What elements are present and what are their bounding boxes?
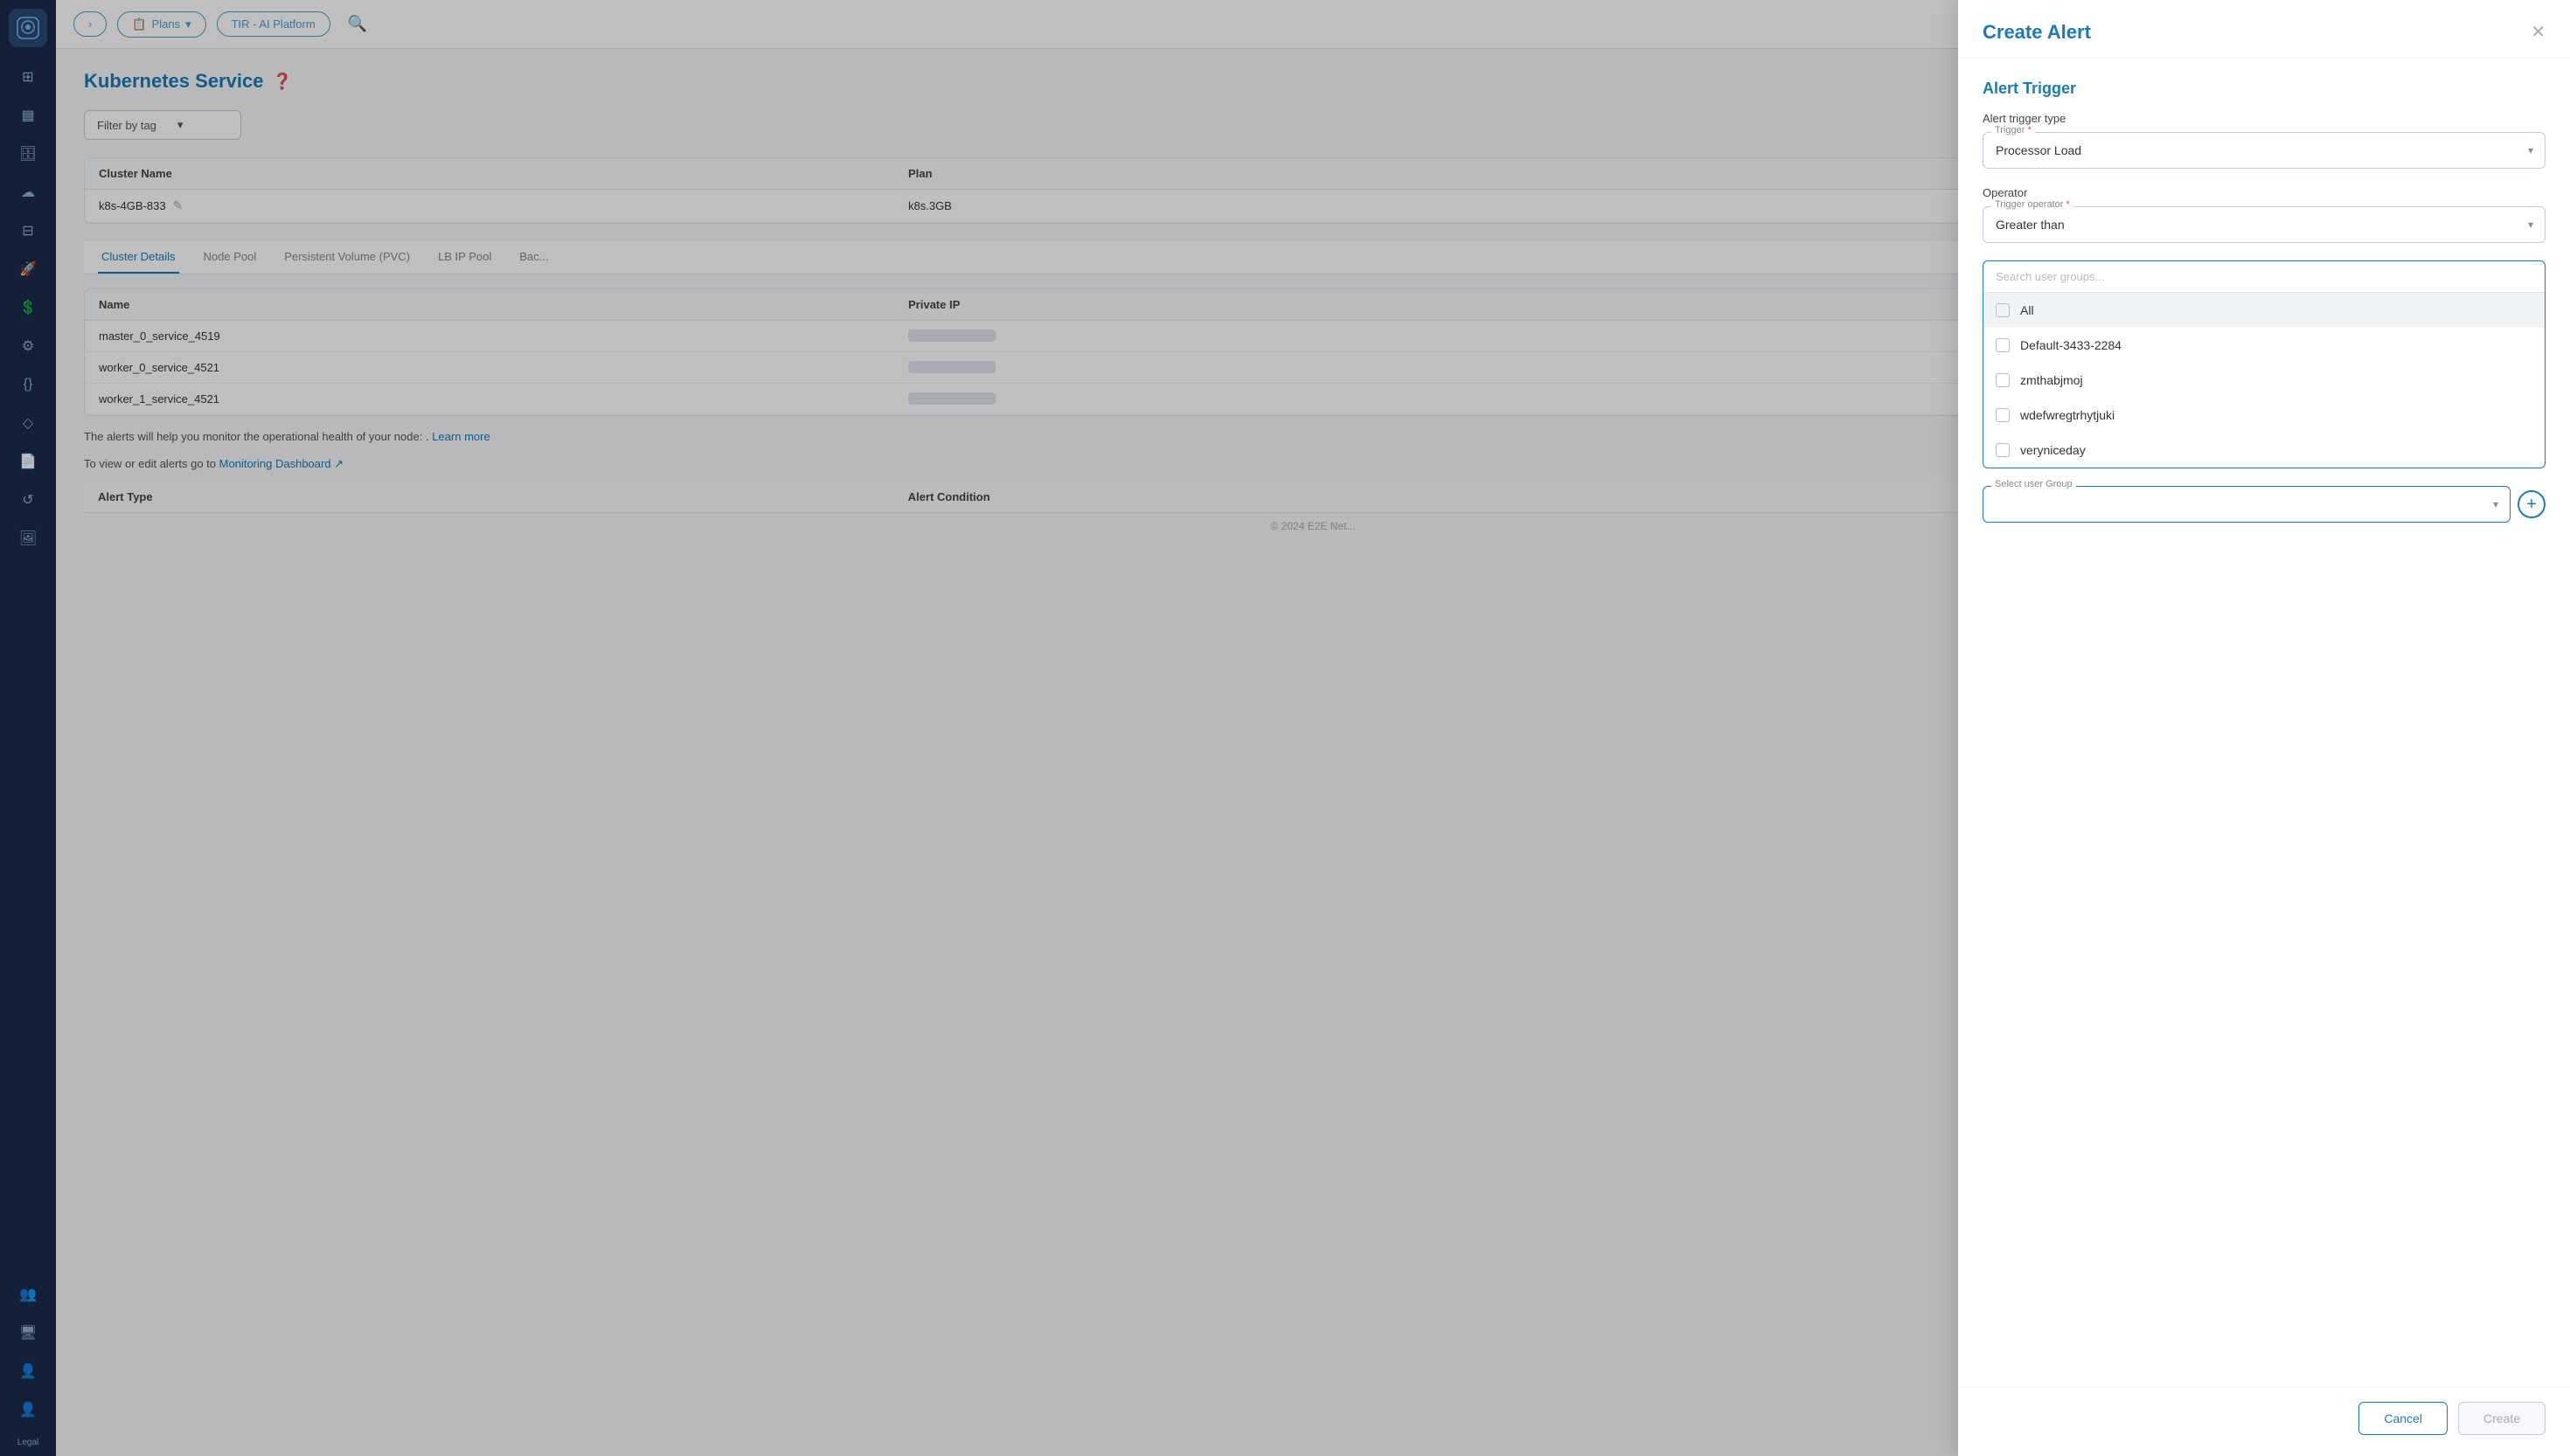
- user-groups-dropdown: All Default-3433-2284 zmthabjmoj wdefwre…: [1983, 260, 2546, 468]
- trigger-operator-wrapper: Trigger operator * Greater than ▾: [1983, 206, 2546, 243]
- search-user-groups-input[interactable]: [1983, 261, 2545, 293]
- operator-label: Operator: [1983, 186, 2546, 199]
- trigger-operator-field-label: Trigger operator *: [1991, 199, 2073, 210]
- cancel-button[interactable]: Cancel: [2358, 1402, 2448, 1435]
- checkbox-wdefwregtrhytjuki[interactable]: [1996, 408, 2010, 422]
- option-wdefwregtrhytjuki-label: wdefwregtrhytjuki: [2020, 408, 2115, 422]
- close-button[interactable]: ✕: [2531, 24, 2546, 41]
- alert-trigger-type-label: Alert trigger type: [1983, 112, 2546, 125]
- create-alert-dialog: Create Alert ✕ Alert Trigger Alert trigg…: [1958, 0, 2570, 1456]
- option-zmthabjmoj-label: zmthabjmoj: [2020, 373, 2083, 387]
- trigger-required-star: *: [2028, 125, 2032, 135]
- checkbox-default[interactable]: [1996, 338, 2010, 352]
- option-all[interactable]: All: [1983, 293, 2545, 328]
- trigger-operator-select[interactable]: Greater than: [1983, 206, 2546, 243]
- dialog-overlay[interactable]: Create Alert ✕ Alert Trigger Alert trigg…: [0, 0, 2570, 1456]
- plus-icon: +: [2526, 495, 2537, 515]
- user-group-row: Select user Group ▾ +: [1983, 486, 2546, 523]
- dialog-body: Alert Trigger Alert trigger type Trigger…: [1958, 59, 2570, 1387]
- user-group-field-label: Select user Group: [1991, 479, 2076, 489]
- option-default[interactable]: Default-3433-2284: [1983, 328, 2545, 363]
- trigger-select[interactable]: Processor Load: [1983, 132, 2546, 169]
- trigger-field-label: Trigger *: [1991, 125, 2035, 135]
- trigger-operator-required-star: *: [2066, 199, 2070, 210]
- user-group-select[interactable]: [1983, 486, 2511, 523]
- dialog-title: Create Alert: [1983, 21, 2091, 44]
- option-wdefwregtrhytjuki[interactable]: wdefwregtrhytjuki: [1983, 398, 2545, 433]
- trigger-select-wrapper: Trigger * Processor Load ▾: [1983, 132, 2546, 169]
- checkbox-zmthabjmoj[interactable]: [1996, 373, 2010, 387]
- option-all-label: All: [2020, 303, 2034, 317]
- option-veryniceday-label: veryniceday: [2020, 443, 2086, 457]
- checkbox-all[interactable]: [1996, 303, 2010, 317]
- section-title: Alert Trigger: [1983, 80, 2546, 98]
- dialog-header: Create Alert ✕: [1958, 0, 2570, 59]
- option-veryniceday[interactable]: veryniceday: [1983, 433, 2545, 468]
- user-group-select-wrapper: Select user Group ▾: [1983, 486, 2511, 523]
- checkbox-veryniceday[interactable]: [1996, 443, 2010, 457]
- dialog-footer: Cancel Create: [1958, 1387, 2570, 1456]
- create-button[interactable]: Create: [2458, 1402, 2546, 1435]
- option-zmthabjmoj[interactable]: zmthabjmoj: [1983, 363, 2545, 398]
- option-default-label: Default-3433-2284: [2020, 338, 2122, 352]
- add-user-group-button[interactable]: +: [2518, 490, 2546, 518]
